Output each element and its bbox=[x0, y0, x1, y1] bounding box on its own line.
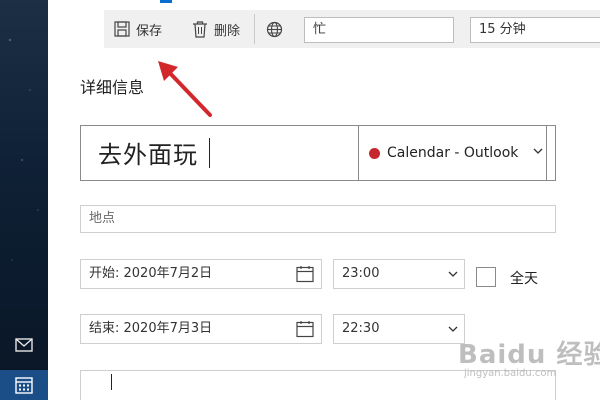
text-caret bbox=[111, 374, 112, 390]
event-title-input[interactable]: 去外面玩 bbox=[98, 135, 198, 170]
toolbar-divider bbox=[254, 14, 255, 44]
chevron-down-icon bbox=[448, 271, 458, 277]
watermark-text: Baidu 经验 bbox=[458, 340, 600, 370]
calendar-icon bbox=[296, 266, 314, 283]
end-time-select[interactable]: 22:30 bbox=[333, 314, 465, 344]
delete-button[interactable]: 删除 bbox=[192, 10, 240, 48]
all-day-checkbox[interactable] bbox=[476, 267, 496, 287]
globe-icon bbox=[266, 21, 283, 37]
chevron-down-icon bbox=[533, 148, 543, 154]
start-date-text: 开始: 2020年7月2日 bbox=[89, 266, 213, 281]
section-title: 详细信息 bbox=[80, 78, 145, 97]
reminder-select[interactable]: 15 分钟 bbox=[470, 17, 600, 43]
event-title-box: 去外面玩 Calendar - Outlook bbox=[80, 125, 556, 181]
show-as-status-field[interactable]: 忙 bbox=[304, 17, 454, 43]
calendar-name: Calendar - Outlook bbox=[387, 145, 519, 161]
event-toolbar: 保存 删除 忙 15 分钟 bbox=[104, 10, 600, 48]
calendar-icon bbox=[296, 321, 314, 338]
start-date-field[interactable]: 开始: 2020年7月2日 bbox=[80, 259, 322, 289]
app-left-rail bbox=[0, 0, 48, 400]
end-date-text: 结束: 2020年7月3日 bbox=[89, 321, 213, 336]
save-icon bbox=[114, 21, 130, 37]
delete-label: 删除 bbox=[214, 23, 241, 39]
chevron-down-icon bbox=[448, 326, 458, 332]
mail-icon bbox=[15, 338, 33, 352]
divider bbox=[546, 126, 547, 180]
trash-icon bbox=[193, 20, 207, 38]
calendar-icon bbox=[15, 377, 33, 394]
location-input[interactable]: 地点 bbox=[80, 205, 556, 233]
annotation-arrow bbox=[158, 61, 212, 117]
start-time-text: 23:00 bbox=[342, 266, 380, 281]
save-button[interactable]: 保存 bbox=[114, 10, 162, 48]
end-time-text: 22:30 bbox=[342, 321, 380, 336]
all-day-label: 全天 bbox=[510, 271, 538, 287]
save-label: 保存 bbox=[136, 23, 163, 39]
rail-mail-button[interactable] bbox=[0, 326, 48, 364]
active-tab-indicator bbox=[160, 0, 172, 3]
calendar-picker[interactable]: Calendar - Outlook bbox=[358, 126, 547, 180]
start-time-select[interactable]: 23:00 bbox=[333, 259, 465, 289]
text-caret bbox=[209, 138, 210, 168]
rail-calendar-button[interactable] bbox=[0, 370, 48, 400]
calendar-color-dot bbox=[369, 147, 380, 159]
end-date-field[interactable]: 结束: 2020年7月3日 bbox=[80, 314, 322, 344]
globe-button[interactable] bbox=[266, 10, 283, 48]
watermark-url: jingyan.baidu.com bbox=[464, 368, 557, 379]
